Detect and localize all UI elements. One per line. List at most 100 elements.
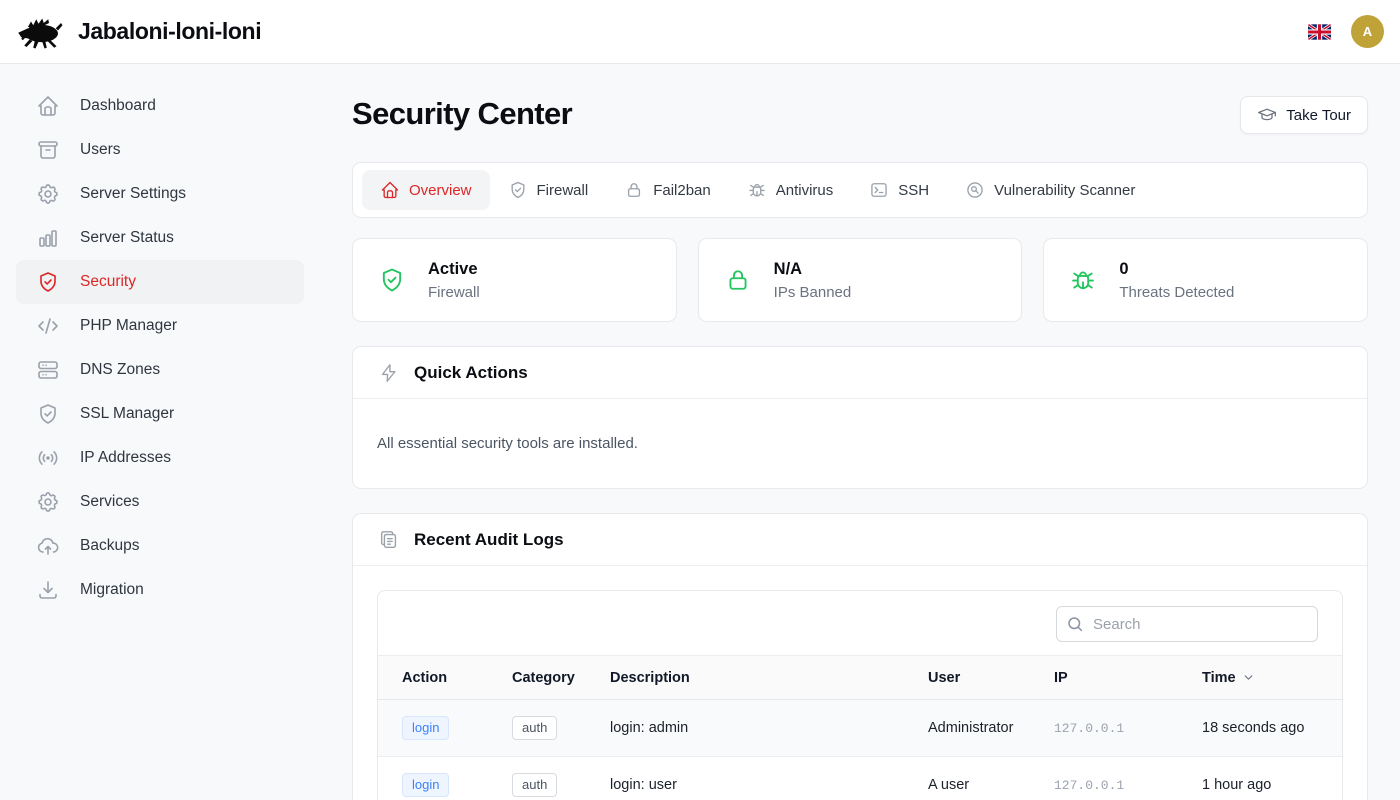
sidebar-item[interactable]: PHP Manager xyxy=(16,304,304,348)
sidebar-item[interactable]: IP Addresses xyxy=(16,436,304,480)
search-circle-icon xyxy=(965,180,985,200)
tab[interactable]: Antivirus xyxy=(729,170,852,210)
sidebar-item[interactable]: Server Settings xyxy=(16,172,304,216)
take-tour-button[interactable]: Take Tour xyxy=(1240,96,1368,134)
tab-label: SSH xyxy=(898,182,929,199)
sidebar-item-label: IP Addresses xyxy=(80,449,171,467)
sidebar-item-label: Dashboard xyxy=(80,97,156,115)
sidebar-item-label: SSL Manager xyxy=(80,405,174,423)
tab-label: Fail2ban xyxy=(653,182,711,199)
sidebar-item[interactable]: Users xyxy=(16,128,304,172)
sort-time[interactable]: Time xyxy=(1202,670,1255,686)
audit-table: Action Category Description User IP Time xyxy=(378,655,1342,800)
col-action: Action xyxy=(378,656,512,700)
user-cell: A user xyxy=(928,757,1054,800)
status-value: N/A xyxy=(774,260,852,279)
category-badge: auth xyxy=(512,773,557,797)
shield-check-icon xyxy=(378,266,406,294)
tab-label: Overview xyxy=(409,182,472,199)
sidebar-item[interactable]: Services xyxy=(16,480,304,524)
sidebar-item[interactable]: Backups xyxy=(16,524,304,568)
audit-table-container: Action Category Description User IP Time xyxy=(377,590,1343,800)
description-cell: login: user xyxy=(610,757,928,800)
brand: Jabaloni-loni-loni xyxy=(16,14,261,50)
tab[interactable]: SSH xyxy=(851,170,947,210)
status-label: Firewall xyxy=(428,284,480,301)
user-avatar[interactable]: A xyxy=(1351,15,1384,48)
graduation-cap-icon xyxy=(1257,105,1277,125)
action-badge: login xyxy=(402,773,449,797)
time-cell: 1 hour ago xyxy=(1202,757,1342,800)
chevron-down-icon xyxy=(1242,671,1255,684)
quick-actions-title: Quick Actions xyxy=(414,363,528,383)
sidebar-item-label: Server Settings xyxy=(80,185,186,203)
uk-flag-icon[interactable] xyxy=(1308,24,1331,40)
lock-icon xyxy=(724,266,752,294)
chart-bars-icon xyxy=(36,226,60,250)
ip-cell: 127.0.0.1 xyxy=(1054,757,1202,800)
gear-icon xyxy=(36,182,60,206)
col-category: Category xyxy=(512,656,610,700)
cloud-upload-icon xyxy=(36,534,60,558)
status-cards: Active Firewall N/A IPs Banned 0 xyxy=(352,238,1368,322)
tab[interactable]: Fail2ban xyxy=(606,170,729,210)
status-value: 0 xyxy=(1119,260,1234,279)
home-icon xyxy=(36,94,60,118)
top-bar: Jabaloni-loni-loni A xyxy=(0,0,1400,64)
action-badge: login xyxy=(402,716,449,740)
col-description: Description xyxy=(610,656,928,700)
main-content: Security Center Take Tour Overview xyxy=(320,64,1400,800)
shield-check-icon xyxy=(508,180,528,200)
lock-icon xyxy=(624,180,644,200)
sidebar-item-label: Security xyxy=(80,273,136,291)
security-tabs: Overview Firewall Fail2ban Antivirus xyxy=(352,162,1368,218)
audit-row: login auth login: admin Administrator 12… xyxy=(378,700,1342,757)
tab[interactable]: Firewall xyxy=(490,170,607,210)
sidebar-item[interactable]: Security xyxy=(16,260,304,304)
sidebar-item-label: Users xyxy=(80,141,120,159)
audit-row: login auth login: user A user 127.0.0.1 … xyxy=(378,757,1342,800)
status-label: IPs Banned xyxy=(774,284,852,301)
sidebar-item[interactable]: SSL Manager xyxy=(16,392,304,436)
tab-label: Firewall xyxy=(537,182,589,199)
boar-logo-icon xyxy=(16,14,64,50)
status-card: 0 Threats Detected xyxy=(1043,238,1368,322)
sidebar-item[interactable]: Migration xyxy=(16,568,304,612)
shield-check-icon xyxy=(36,402,60,426)
tab-label: Vulnerability Scanner xyxy=(994,182,1135,199)
col-time: Time xyxy=(1202,656,1342,700)
terminal-icon xyxy=(869,180,889,200)
archive-icon xyxy=(36,138,60,162)
gear-icon xyxy=(36,490,60,514)
category-badge: auth xyxy=(512,716,557,740)
audit-logs-title: Recent Audit Logs xyxy=(414,530,564,550)
tab[interactable]: Vulnerability Scanner xyxy=(947,170,1153,210)
description-cell: login: admin xyxy=(610,700,928,757)
home-icon xyxy=(380,180,400,200)
status-label: Threats Detected xyxy=(1119,284,1234,301)
download-tray-icon xyxy=(36,578,60,602)
time-cell: 18 seconds ago xyxy=(1202,700,1342,757)
ip-cell: 127.0.0.1 xyxy=(1054,700,1202,757)
app-title: Jabaloni-loni-loni xyxy=(78,18,261,45)
search-icon xyxy=(1066,615,1084,633)
sidebar-item[interactable]: DNS Zones xyxy=(16,348,304,392)
sidebar-item[interactable]: Dashboard xyxy=(16,84,304,128)
sidebar: Dashboard Users Server Settings Server S… xyxy=(0,64,320,800)
col-ip: IP xyxy=(1054,656,1202,700)
sidebar-item-label: Server Status xyxy=(80,229,174,247)
bug-icon xyxy=(747,180,767,200)
tab-label: Antivirus xyxy=(776,182,834,199)
page-title: Security Center xyxy=(352,96,572,132)
status-value: Active xyxy=(428,260,480,279)
quick-actions-message: All essential security tools are install… xyxy=(353,399,1367,488)
bug-icon xyxy=(1069,266,1097,294)
shield-check-icon xyxy=(36,270,60,294)
status-card: N/A IPs Banned xyxy=(698,238,1023,322)
col-user: User xyxy=(928,656,1054,700)
tab[interactable]: Overview xyxy=(362,170,490,210)
status-card: Active Firewall xyxy=(352,238,677,322)
search-input[interactable] xyxy=(1056,606,1318,642)
sidebar-item-label: Backups xyxy=(80,537,139,555)
sidebar-item[interactable]: Server Status xyxy=(16,216,304,260)
